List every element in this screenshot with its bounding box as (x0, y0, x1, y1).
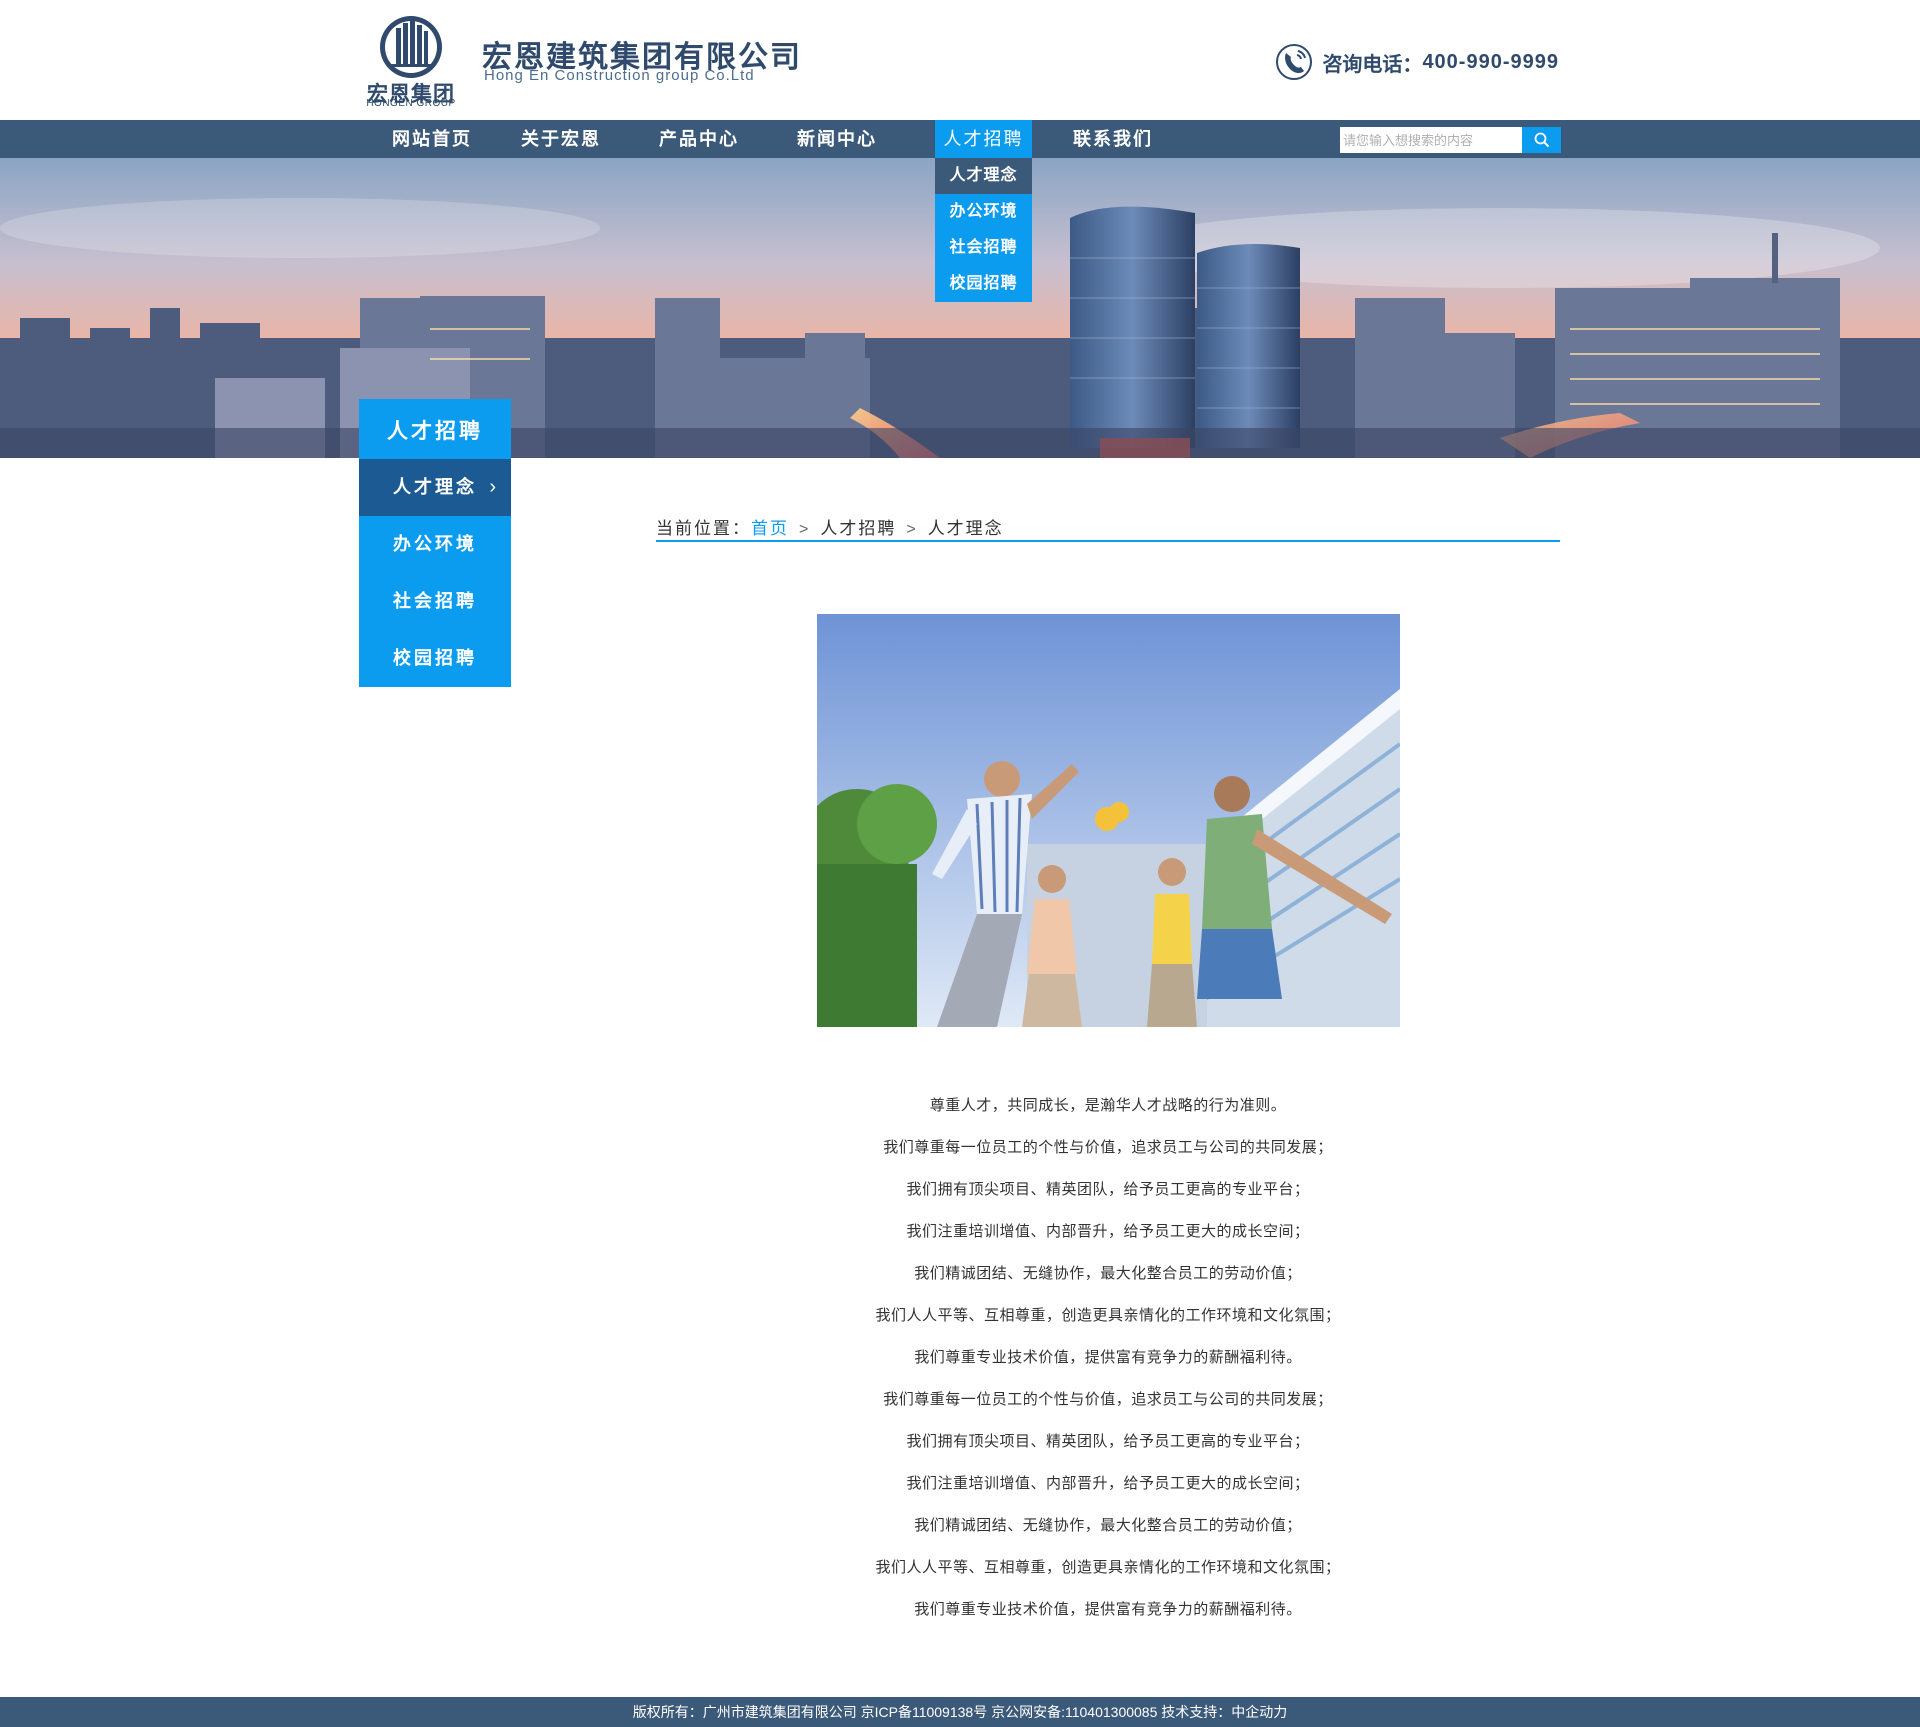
search-icon (1534, 132, 1549, 148)
site-header: 宏恩集团 HONGEN GROUP 宏恩建筑集团有限公司 Hong En Con… (0, 0, 1920, 120)
sidebar-item-label: 社会招聘 (393, 591, 477, 611)
paragraph-line: 我们精诚团结、无缝协作，最大化整合员工的劳动价值； (914, 1265, 1302, 1282)
dropdown-item-office-environment[interactable]: 办公环境 (935, 194, 1032, 230)
breadcrumb-home-link[interactable]: 首页 (751, 519, 789, 538)
breadcrumb-level1[interactable]: 人才招聘 (820, 519, 896, 538)
nav-item-about[interactable]: 关于宏恩 (492, 120, 630, 158)
paragraph-line: 我们拥有顶尖项目、精英团队，给予员工更高的专业平台； (906, 1433, 1310, 1450)
dropdown-item-campus-recruitment[interactable]: 校园招聘 (935, 266, 1032, 302)
hotline: 咨询电话： 400-990-9999 (1274, 42, 1559, 82)
sidebar-item-social-recruitment[interactable]: 社会招聘 (359, 573, 511, 630)
breadcrumb: 当前位置：首页 > 人才招聘 > 人才理念 (656, 514, 1560, 542)
dropdown-item-talent-philosophy[interactable]: 人才理念 (935, 158, 1032, 194)
sidebar-item-label: 办公环境 (393, 534, 477, 554)
hotline-label: 咨询电话： (1322, 53, 1423, 76)
paragraph-line: 我们拥有顶尖项目、精英团队，给予员工更高的专业平台； (906, 1181, 1310, 1198)
paragraph-line: 我们注重培训增值、内部晋升，给予员工更大的成长空间； (906, 1223, 1310, 1240)
search-box (1340, 127, 1561, 153)
main-nav: 网站首页 关于宏恩 产品中心 新闻中心 人才招聘 联系我们 (0, 120, 1920, 158)
breadcrumb-separator: > (906, 521, 918, 538)
nav-item-products[interactable]: 产品中心 (630, 120, 768, 158)
breadcrumb-separator: > (799, 521, 811, 538)
breadcrumb-prefix: 当前位置： (656, 519, 751, 538)
phone-icon (1274, 42, 1314, 82)
dropdown-item-social-recruitment[interactable]: 社会招聘 (935, 230, 1032, 266)
paragraph-line: 我们尊重专业技术价值，提供富有竞争力的薪酬福利待。 (914, 1349, 1302, 1366)
copyright-text: 版权所有：广州市建筑集团有限公司 京ICP备11009138号 京公网安备:11… (632, 1704, 1288, 1720)
building-logo-icon (380, 16, 442, 78)
paragraph-line: 我们尊重每一位员工的个性与价值，追求员工与公司的共同发展； (883, 1139, 1333, 1156)
sidebar-item-talent-philosophy[interactable]: 人才理念 › (359, 459, 511, 516)
nav-item-home[interactable]: 网站首页 (372, 120, 492, 158)
nav-item-news[interactable]: 新闻中心 (768, 120, 906, 158)
sidebar-item-label: 人才理念 (393, 477, 477, 497)
paragraph-line: 我们人人平等、互相尊重，创造更具亲情化的工作环境和文化氛围； (875, 1307, 1341, 1324)
nav-menu: 网站首页 关于宏恩 产品中心 新闻中心 人才招聘 联系我们 (372, 120, 1182, 158)
chevron-right-icon: › (489, 476, 499, 498)
paragraph-line: 我们注重培训增值、内部晋升，给予员工更大的成长空间； (906, 1475, 1310, 1492)
search-button[interactable] (1522, 127, 1561, 153)
nav-item-careers[interactable]: 人才招聘 (935, 120, 1032, 158)
breadcrumb-current: 人才理念 (927, 519, 1004, 538)
paragraph-line: 我们精诚团结、无缝协作，最大化整合员工的劳动价值； (914, 1517, 1302, 1534)
team-celebration-photo (817, 614, 1400, 1027)
sidebar-item-label: 校园招聘 (393, 648, 477, 668)
company-english-name: Hong En Construction group Co.Ltd (484, 67, 755, 84)
search-input[interactable] (1340, 127, 1522, 153)
site-footer: 版权所有：广州市建筑集团有限公司 京ICP备11009138号 京公网安备:11… (0, 1697, 1920, 1727)
sidebar-menu: 人才招聘 人才理念 › 办公环境 社会招聘 校园招聘 (359, 399, 511, 687)
paragraph-line: 我们尊重专业技术价值，提供富有竞争力的薪酬福利待。 (914, 1601, 1302, 1618)
sidebar-title: 人才招聘 (359, 399, 511, 459)
paragraph-line: 我们人人平等、互相尊重，创造更具亲情化的工作环境和文化氛围； (875, 1559, 1341, 1576)
logo-english-text: HONGEN GROUP (366, 98, 456, 109)
sidebar-item-campus-recruitment[interactable]: 校园招聘 (359, 630, 511, 687)
paragraph-line: 我们尊重每一位员工的个性与价值，追求员工与公司的共同发展； (883, 1391, 1333, 1408)
sidebar-item-office-environment[interactable]: 办公环境 (359, 516, 511, 573)
paragraph-line: 尊重人才，共同成长，是瀚华人才战略的行为准则。 (929, 1097, 1287, 1114)
talent-philosophy-text: 尊重人才，共同成长，是瀚华人才战略的行为准则。 我们尊重每一位员工的个性与价值，… (656, 1085, 1560, 1631)
hotline-number: 400-990-9999 (1422, 50, 1559, 73)
careers-dropdown-menu: 人才理念 办公环境 社会招聘 校园招聘 (935, 158, 1032, 302)
nav-item-contact[interactable]: 联系我们 (1044, 120, 1182, 158)
